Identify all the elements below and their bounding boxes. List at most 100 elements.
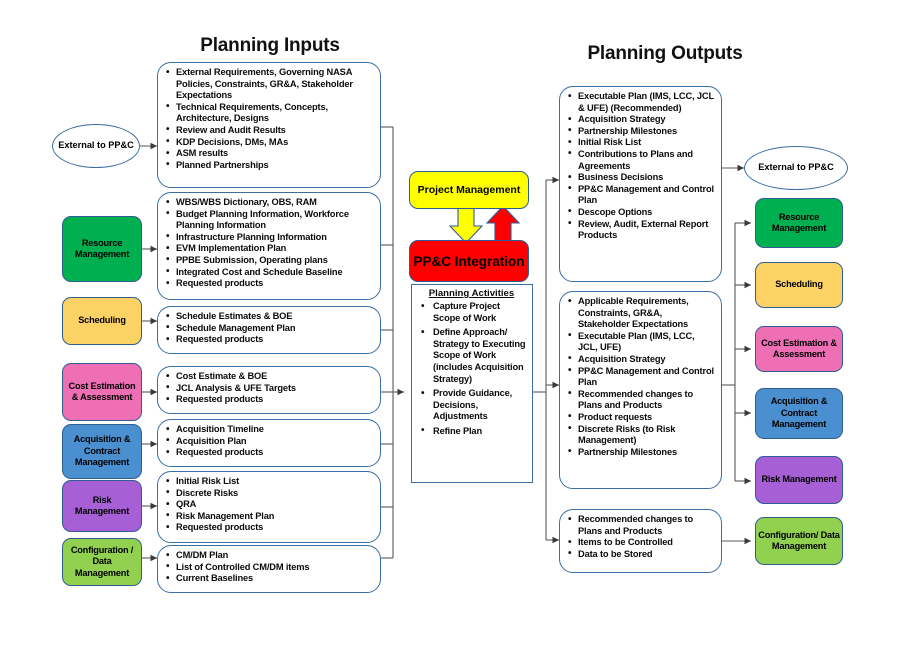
list-item: Schedule Management Plan	[166, 322, 374, 335]
node-resource-management-output[interactable]: Resource Management	[755, 198, 843, 248]
list-item: Applicable Requirements, Constraints, GR…	[568, 296, 715, 331]
input-list-risk: Initial Risk List Discrete Risks QRA Ris…	[157, 471, 381, 543]
page-title-planning-outputs: Planning Outputs	[587, 43, 743, 64]
list-item: Product requests	[568, 411, 715, 424]
list-item: Partnership Milestones	[568, 125, 715, 138]
node-risk-management-output[interactable]: Risk Management	[755, 456, 843, 504]
list-item: ASM results	[166, 148, 374, 160]
node-scheduling-input[interactable]: Scheduling	[62, 297, 142, 345]
node-label: Resource Management	[771, 211, 827, 233]
output-list-configuration: Recommended changes to Plans and Product…	[559, 509, 722, 573]
input-list-external: External Requirements, Governing NASA Po…	[157, 62, 381, 188]
page-title-planning-inputs: Planning Inputs	[200, 35, 340, 56]
node-label: Resource Management	[74, 237, 130, 259]
list-item: Requested products	[166, 447, 374, 459]
list-item: Acquisition Strategy	[568, 114, 715, 126]
node-cost-estimation-output[interactable]: Cost Estimation & Assessment	[755, 326, 843, 372]
node-scheduling-output[interactable]: Scheduling	[755, 262, 843, 308]
node-risk-management-input[interactable]: Risk Management	[62, 480, 142, 532]
bullet-list: Applicable Requirements, Constraints, GR…	[564, 296, 715, 458]
list-item: Capture Project Scope of Work	[421, 300, 528, 324]
planning-activities-box: Planning Activities Capture Project Scop…	[411, 284, 533, 483]
project-management-label: Project Management	[417, 184, 521, 196]
input-list-acquisition: Acquisition Timeline Acquisition Plan Re…	[157, 419, 381, 467]
node-configuration-data-input[interactable]: Configuration / Data Management	[62, 538, 142, 586]
list-item: Descope Options	[568, 206, 715, 219]
list-item: External Requirements, Governing NASA Po…	[166, 67, 374, 102]
node-label: External to PP&C	[58, 140, 134, 151]
list-item: Discrete Risks	[166, 487, 374, 500]
node-label: Risk Management	[74, 494, 130, 516]
output-list-disciplines: Applicable Requirements, Constraints, GR…	[559, 291, 722, 489]
list-item: Items to be Controlled	[568, 537, 715, 549]
node-label: Cost Estimation & Assessment	[68, 380, 136, 402]
planning-activities-title: Planning Activities	[428, 288, 515, 299]
list-item: Budget Planning Information, Workforce P…	[166, 208, 374, 232]
list-item: Acquisition Strategy	[568, 353, 715, 366]
input-list-scheduling: Schedule Estimates & BOE Schedule Manage…	[157, 306, 381, 354]
list-item: Initial Risk List	[568, 137, 715, 149]
list-item: Data to be Stored	[568, 548, 715, 561]
bullet-list: Acquisition Timeline Acquisition Plan Re…	[162, 424, 374, 459]
list-item: PP&C Management and Control Plan	[568, 183, 715, 207]
ppc-integration-box[interactable]: PP&C Integration	[409, 240, 529, 282]
list-item: Planned Partnerships	[166, 159, 374, 172]
node-label: Risk Management	[761, 474, 837, 485]
list-item: Requested products	[166, 522, 374, 534]
bullet-list: Initial Risk List Discrete Risks QRA Ris…	[162, 476, 374, 534]
list-item: Provide Guidance, Decisions, Adjustments	[421, 388, 528, 423]
list-item: Contributions to Plans and Agreements	[568, 148, 715, 172]
list-item: List of Controlled CM/DM items	[166, 561, 374, 574]
list-item: WBS/WBS Dictionary, OBS, RAM	[166, 197, 374, 209]
node-label: Acquisition & Contract Management	[73, 434, 131, 468]
list-item: Recommended changes to Plans and Product…	[568, 388, 715, 412]
project-management-box[interactable]: Project Management	[409, 171, 529, 209]
input-list-resource-management: WBS/WBS Dictionary, OBS, RAM Budget Plan…	[157, 192, 381, 300]
node-acquisition-contract-output[interactable]: Acquisition & Contract Management	[755, 388, 843, 439]
list-item: PP&C Management and Control Plan	[568, 365, 715, 389]
bullet-list: Recommended changes to Plans and Product…	[564, 513, 715, 561]
bullet-list: Executable Plan (IMS, LCC, JCL & UFE) (R…	[564, 90, 715, 242]
list-item: Cost Estimate & BOE	[166, 371, 374, 383]
list-item: Define Approach/ Strategy to Executing S…	[421, 327, 528, 385]
input-list-configuration: CM/DM Plan List of Controlled CM/DM item…	[157, 545, 381, 593]
list-item: Initial Risk List	[166, 476, 374, 488]
node-label: Scheduling	[775, 279, 823, 290]
list-item: EVM Implementation Plan	[166, 243, 374, 255]
list-item: JCL Analysis & UFE Targets	[166, 382, 374, 395]
node-cost-estimation-input[interactable]: Cost Estimation & Assessment	[62, 363, 142, 421]
output-list-external: Executable Plan (IMS, LCC, JCL & UFE) (R…	[559, 86, 722, 282]
list-item: Executable Plan (IMS, LCC, JCL & UFE) (R…	[568, 90, 715, 114]
node-label: Configuration / Data Management	[70, 544, 134, 578]
bullet-list: Cost Estimate & BOE JCL Analysis & UFE T…	[162, 371, 374, 406]
list-item: Recommended changes to Plans and Product…	[568, 513, 715, 537]
bullet-list: CM/DM Plan List of Controlled CM/DM item…	[162, 550, 374, 585]
node-label: Acquisition & Contract Management	[770, 396, 828, 430]
list-item: PPBE Submission, Operating plans	[166, 254, 374, 267]
bullet-list: Schedule Estimates & BOE Schedule Manage…	[162, 311, 374, 346]
node-external-to-ppc-input[interactable]: External to PP&C	[52, 124, 140, 168]
ppc-integration-label: PP&C Integration	[413, 253, 525, 269]
node-label: Configuration/ Data Management	[758, 529, 840, 551]
node-acquisition-contract-input[interactable]: Acquisition & Contract Management	[62, 424, 142, 479]
list-item: Infrastructure Planning Information	[166, 231, 374, 244]
list-item: Partnership Milestones	[568, 446, 715, 459]
list-item: Refine Plan	[421, 425, 528, 438]
node-external-to-ppc-output[interactable]: External to PP&C	[744, 146, 848, 190]
list-item: QRA	[166, 499, 374, 511]
list-item: Current Baselines	[166, 573, 374, 585]
list-item: Business Decisions	[568, 172, 715, 184]
node-configuration-data-output[interactable]: Configuration/ Data Management	[755, 517, 843, 565]
node-label: Scheduling	[78, 315, 126, 326]
bullet-list: WBS/WBS Dictionary, OBS, RAM Budget Plan…	[162, 197, 374, 290]
list-item: Acquisition Timeline	[166, 424, 374, 436]
list-item: Review, Audit, External Report Products	[568, 218, 715, 242]
bullet-list: External Requirements, Governing NASA Po…	[162, 67, 374, 171]
node-resource-management-input[interactable]: Resource Management	[62, 216, 142, 282]
list-item: Technical Requirements, Concepts, Archit…	[166, 101, 374, 125]
list-item: Schedule Estimates & BOE	[166, 311, 374, 323]
node-label: External to PP&C	[758, 162, 834, 173]
list-item: Requested products	[166, 394, 374, 406]
input-list-cost-estimation: Cost Estimate & BOE JCL Analysis & UFE T…	[157, 366, 381, 414]
list-item: Integrated Cost and Schedule Baseline	[166, 266, 374, 279]
